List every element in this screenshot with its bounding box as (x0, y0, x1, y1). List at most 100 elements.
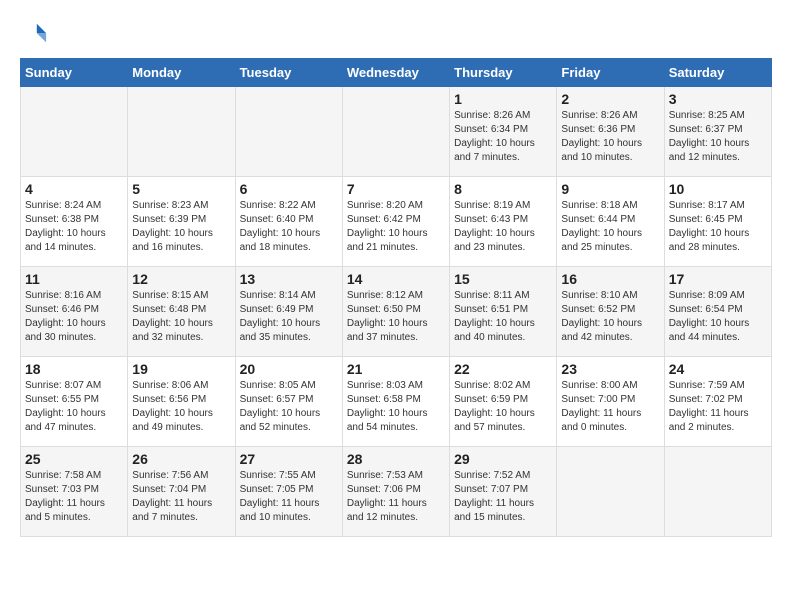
day-header-row: SundayMondayTuesdayWednesdayThursdayFrid… (21, 59, 772, 87)
calendar-cell: 10 Sunrise: 8:17 AMSunset: 6:45 PMDayligh… (664, 177, 771, 267)
day-number: 10 (669, 181, 767, 197)
calendar-cell: 21 Sunrise: 8:03 AMSunset: 6:58 PMDayligh… (342, 357, 449, 447)
day-number: 9 (561, 181, 659, 197)
calendar-cell: 11 Sunrise: 8:16 AMSunset: 6:46 PMDayligh… (21, 267, 128, 357)
day-number: 8 (454, 181, 552, 197)
header-thursday: Thursday (450, 59, 557, 87)
day-number: 1 (454, 91, 552, 107)
calendar-cell: 4 Sunrise: 8:24 AMSunset: 6:38 PMDaylight… (21, 177, 128, 267)
day-info: Sunrise: 8:15 AMSunset: 6:48 PMDaylight:… (132, 289, 230, 345)
calendar-cell: 14 Sunrise: 8:12 AMSunset: 6:50 PMDayligh… (342, 267, 449, 357)
day-number: 19 (132, 361, 230, 377)
calendar-cell (128, 87, 235, 177)
calendar-cell: 23 Sunrise: 8:00 AMSunset: 7:00 PMDayligh… (557, 357, 664, 447)
calendar-cell: 2 Sunrise: 8:26 AMSunset: 6:36 PMDaylight… (557, 87, 664, 177)
calendar-cell: 12 Sunrise: 8:15 AMSunset: 6:48 PMDayligh… (128, 267, 235, 357)
day-number: 21 (347, 361, 445, 377)
day-info: Sunrise: 8:11 AMSunset: 6:51 PMDaylight:… (454, 289, 552, 345)
day-info: Sunrise: 8:14 AMSunset: 6:49 PMDaylight:… (240, 289, 338, 345)
calendar-cell: 28 Sunrise: 7:53 AMSunset: 7:06 PMDayligh… (342, 447, 449, 537)
day-number: 23 (561, 361, 659, 377)
calendar-cell: 6Sunrise: 8:22 AMSunset: 6:40 PMDaylight… (235, 177, 342, 267)
day-info: Sunrise: 7:53 AMSunset: 7:06 PMDaylight:… (347, 469, 445, 525)
day-info: Sunrise: 8:09 AMSunset: 6:54 PMDaylight:… (669, 289, 767, 345)
day-number: 28 (347, 451, 445, 467)
day-info: Sunrise: 8:12 AMSunset: 6:50 PMDaylight:… (347, 289, 445, 345)
day-info: Sunrise: 7:55 AMSunset: 7:05 PMDaylight:… (240, 469, 338, 525)
calendar-cell: 15 Sunrise: 8:11 AMSunset: 6:51 PMDayligh… (450, 267, 557, 357)
day-info: Sunrise: 8:05 AMSunset: 6:57 PMDaylight:… (240, 379, 338, 435)
calendar-cell: 8 Sunrise: 8:19 AMSunset: 6:43 PMDaylight… (450, 177, 557, 267)
day-info: Sunrise: 8:17 AMSunset: 6:45 PMDaylight:… (669, 199, 767, 255)
calendar-table: SundayMondayTuesdayWednesdayThursdayFrid… (20, 58, 772, 537)
day-info: Sunrise: 8:26 AMSunset: 6:34 PMDaylight:… (454, 109, 552, 165)
day-info: Sunrise: 8:22 AMSunset: 6:40 PMDaylight:… (240, 199, 338, 255)
calendar-cell (342, 87, 449, 177)
calendar-cell: 9 Sunrise: 8:18 AMSunset: 6:44 PMDaylight… (557, 177, 664, 267)
day-number: 12 (132, 271, 230, 287)
day-info: Sunrise: 8:02 AMSunset: 6:59 PMDaylight:… (454, 379, 552, 435)
logo-icon (20, 20, 48, 48)
day-number: 11 (25, 271, 123, 287)
day-info: Sunrise: 8:16 AMSunset: 6:46 PMDaylight:… (25, 289, 123, 345)
calendar-week-2: 4 Sunrise: 8:24 AMSunset: 6:38 PMDaylight… (21, 177, 772, 267)
calendar-cell: 7Sunrise: 8:20 AMSunset: 6:42 PMDaylight… (342, 177, 449, 267)
day-number: 18 (25, 361, 123, 377)
day-number: 26 (132, 451, 230, 467)
header-saturday: Saturday (664, 59, 771, 87)
day-number: 4 (25, 181, 123, 197)
calendar-cell (557, 447, 664, 537)
calendar-cell: 17 Sunrise: 8:09 AMSunset: 6:54 PMDayligh… (664, 267, 771, 357)
calendar-week-3: 11 Sunrise: 8:16 AMSunset: 6:46 PMDayligh… (21, 267, 772, 357)
day-info: Sunrise: 8:03 AMSunset: 6:58 PMDaylight:… (347, 379, 445, 435)
logo (20, 20, 52, 48)
calendar-cell: 13Sunrise: 8:14 AMSunset: 6:49 PMDayligh… (235, 267, 342, 357)
day-number: 20 (240, 361, 338, 377)
calendar-cell: 19 Sunrise: 8:06 AMSunset: 6:56 PMDayligh… (128, 357, 235, 447)
calendar-cell: 3 Sunrise: 8:25 AMSunset: 6:37 PMDaylight… (664, 87, 771, 177)
calendar-cell: 16 Sunrise: 8:10 AMSunset: 6:52 PMDayligh… (557, 267, 664, 357)
day-number: 29 (454, 451, 552, 467)
calendar-cell: 26 Sunrise: 7:56 AMSunset: 7:04 PMDayligh… (128, 447, 235, 537)
day-info: Sunrise: 8:25 AMSunset: 6:37 PMDaylight:… (669, 109, 767, 165)
day-number: 22 (454, 361, 552, 377)
day-number: 14 (347, 271, 445, 287)
day-number: 7 (347, 181, 445, 197)
header-wednesday: Wednesday (342, 59, 449, 87)
day-info: Sunrise: 8:26 AMSunset: 6:36 PMDaylight:… (561, 109, 659, 165)
header-friday: Friday (557, 59, 664, 87)
calendar-week-1: 1 Sunrise: 8:26 AMSunset: 6:34 PMDaylight… (21, 87, 772, 177)
day-info: Sunrise: 7:56 AMSunset: 7:04 PMDaylight:… (132, 469, 230, 525)
calendar-header: SundayMondayTuesdayWednesdayThursdayFrid… (21, 59, 772, 87)
calendar-cell: 27 Sunrise: 7:55 AMSunset: 7:05 PMDayligh… (235, 447, 342, 537)
day-info: Sunrise: 8:24 AMSunset: 6:38 PMDaylight:… (25, 199, 123, 255)
calendar-cell: 22 Sunrise: 8:02 AMSunset: 6:59 PMDayligh… (450, 357, 557, 447)
day-number: 24 (669, 361, 767, 377)
day-number: 5 (132, 181, 230, 197)
day-number: 27 (240, 451, 338, 467)
day-number: 15 (454, 271, 552, 287)
day-info: Sunrise: 8:06 AMSunset: 6:56 PMDaylight:… (132, 379, 230, 435)
calendar-cell: 29 Sunrise: 7:52 AMSunset: 7:07 PMDayligh… (450, 447, 557, 537)
calendar-cell: 24Sunrise: 7:59 AMSunset: 7:02 PMDayligh… (664, 357, 771, 447)
day-info: Sunrise: 7:52 AMSunset: 7:07 PMDaylight:… (454, 469, 552, 525)
day-number: 2 (561, 91, 659, 107)
day-number: 3 (669, 91, 767, 107)
day-info: Sunrise: 8:07 AMSunset: 6:55 PMDaylight:… (25, 379, 123, 435)
day-info: Sunrise: 8:19 AMSunset: 6:43 PMDaylight:… (454, 199, 552, 255)
calendar-cell: 18 Sunrise: 8:07 AMSunset: 6:55 PMDayligh… (21, 357, 128, 447)
calendar-week-5: 25Sunrise: 7:58 AMSunset: 7:03 PMDayligh… (21, 447, 772, 537)
day-info: Sunrise: 8:00 AMSunset: 7:00 PMDaylight:… (561, 379, 659, 435)
header-tuesday: Tuesday (235, 59, 342, 87)
day-info: Sunrise: 8:18 AMSunset: 6:44 PMDaylight:… (561, 199, 659, 255)
day-number: 17 (669, 271, 767, 287)
day-info: Sunrise: 8:10 AMSunset: 6:52 PMDaylight:… (561, 289, 659, 345)
day-number: 16 (561, 271, 659, 287)
calendar-cell (235, 87, 342, 177)
header-sunday: Sunday (21, 59, 128, 87)
calendar-cell: 5 Sunrise: 8:23 AMSunset: 6:39 PMDaylight… (128, 177, 235, 267)
calendar-week-4: 18 Sunrise: 8:07 AMSunset: 6:55 PMDayligh… (21, 357, 772, 447)
calendar-cell: 25Sunrise: 7:58 AMSunset: 7:03 PMDayligh… (21, 447, 128, 537)
day-info: Sunrise: 8:23 AMSunset: 6:39 PMDaylight:… (132, 199, 230, 255)
day-number: 25 (25, 451, 123, 467)
